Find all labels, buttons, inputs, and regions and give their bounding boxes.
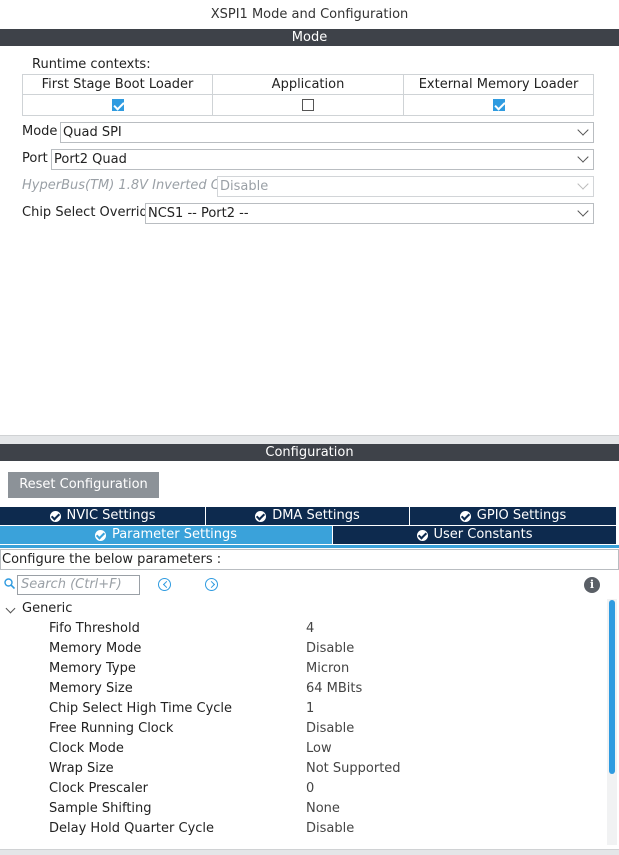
hyperbus-clock-select: Disable (217, 176, 594, 197)
param-value[interactable]: Low (306, 739, 332, 759)
search-input[interactable]: Search (Ctrl+F) (17, 575, 140, 595)
param-row[interactable]: Memory Size 64 MBits (0, 679, 606, 699)
param-row[interactable]: Wrap Size Not Supported (0, 759, 606, 779)
check-icon (49, 510, 61, 522)
param-row[interactable]: Sample Shifting None (0, 799, 606, 819)
param-value[interactable]: None (306, 799, 340, 819)
external-memory-loader-checkbox[interactable] (492, 99, 505, 111)
context-label: First Stage Boot Loader (23, 75, 212, 95)
window-title: XSPI1 Mode and Configuration (210, 7, 409, 22)
param-value[interactable]: 4 (306, 619, 314, 639)
param-row[interactable]: Chip Select High Time Cycle 1 (0, 699, 606, 719)
collapse-icon[interactable] (5, 603, 16, 614)
runtime-contexts-table: First Stage Boot Loader Application Exte… (22, 74, 594, 116)
port-select[interactable]: Port2 Quad (51, 149, 594, 170)
group-generic[interactable]: Generic (22, 600, 72, 618)
scrollbar-thumb[interactable] (609, 600, 615, 774)
param-value[interactable]: Micron (306, 659, 349, 679)
panel-splitter[interactable] (0, 435, 619, 444)
param-name: Memory Type (49, 661, 136, 676)
fsbl-checkbox[interactable] (111, 99, 124, 111)
tab-user-constants[interactable]: User Constants (333, 526, 616, 544)
chevron-down-icon (577, 151, 589, 163)
chevron-down-icon (577, 178, 589, 190)
param-name: Sample Shifting (49, 801, 152, 816)
reset-configuration-button[interactable]: Reset Configuration (8, 472, 159, 498)
chip-select-override-select[interactable]: NCS1 -- Port2 -- (145, 203, 594, 224)
param-value[interactable]: Not Supported (306, 759, 401, 779)
mode-select[interactable]: Quad SPI (60, 122, 594, 143)
chip-select-override-value: NCS1 -- Port2 -- (148, 206, 249, 221)
check-icon (94, 529, 106, 541)
param-value[interactable]: 1 (306, 699, 314, 719)
tab-label: GPIO Settings (476, 508, 567, 523)
param-value[interactable]: 64 MBits (306, 679, 362, 699)
hyperbus-clock-value: Disable (220, 179, 269, 194)
configure-parameters-label: Configure the below parameters : (0, 549, 619, 570)
param-name: Fifo Threshold (49, 621, 140, 636)
mode-select-value: Quad SPI (63, 125, 122, 140)
mode-section-header: Mode (0, 29, 619, 46)
tab-label: Parameter Settings (111, 527, 238, 542)
tab-gpio-settings[interactable]: GPIO Settings (410, 507, 616, 525)
configuration-section-header: Configuration (0, 444, 619, 461)
param-name: Delay Hold Quarter Cycle (49, 821, 215, 836)
info-icon[interactable]: i (584, 577, 600, 593)
chevron-down-icon (577, 124, 589, 136)
tab-label: DMA Settings (272, 508, 360, 523)
parameter-list: Fifo Threshold 4 Memory Mode Disable Memor… (0, 619, 606, 839)
tab-row-1: NVIC Settings DMA Settings GPIO Settings (0, 507, 616, 525)
tab-dma-settings[interactable]: DMA Settings (206, 507, 410, 525)
check-icon (416, 529, 428, 541)
bottom-edge (0, 849, 619, 855)
tab-parameter-settings[interactable]: Parameter Settings (0, 526, 333, 544)
check-icon (459, 510, 471, 522)
param-value[interactable]: Disable (306, 819, 354, 839)
hyperbus-clock-label: HyperBus(TM) 1.8V Inverted Clock (22, 178, 247, 193)
tab-row-2: Parameter Settings User Constants (0, 526, 616, 544)
context-fsbl: First Stage Boot Loader (23, 75, 213, 115)
arrow-right-icon[interactable] (205, 578, 218, 591)
context-external-memory-loader: External Memory Loader (404, 75, 593, 115)
param-row[interactable]: Clock Mode Low (0, 739, 606, 759)
param-row[interactable]: Memory Mode Disable (0, 639, 606, 659)
param-name: Clock Mode (49, 741, 124, 756)
param-row[interactable]: Delay Hold Quarter Cycle Disable (0, 819, 606, 839)
application-checkbox[interactable] (302, 99, 314, 111)
param-name: Memory Size (49, 681, 133, 696)
mode-label: Mode (22, 124, 58, 139)
chevron-down-icon (577, 205, 589, 217)
param-row[interactable]: Fifo Threshold 4 (0, 619, 606, 639)
context-application: Application (213, 75, 404, 115)
port-label: Port (22, 151, 48, 166)
param-name: Wrap Size (49, 761, 114, 776)
context-label: External Memory Loader (404, 75, 593, 95)
param-value[interactable]: 0 (306, 779, 314, 799)
search-icon (4, 578, 15, 589)
check-icon (255, 510, 267, 522)
param-value[interactable]: Disable (306, 639, 354, 659)
param-name: Memory Mode (49, 641, 142, 656)
port-select-value: Port2 Quad (54, 152, 127, 167)
param-name: Chip Select High Time Cycle (49, 701, 233, 716)
tab-underline (0, 545, 619, 548)
param-row[interactable]: Free Running Clock Disable (0, 719, 606, 739)
runtime-contexts-label: Runtime contexts: (32, 57, 151, 72)
tab-label: NVIC Settings (66, 508, 156, 523)
param-name: Free Running Clock (49, 721, 174, 736)
param-row[interactable]: Clock Prescaler 0 (0, 779, 606, 799)
arrow-left-icon[interactable] (158, 578, 171, 591)
param-name: Clock Prescaler (49, 781, 148, 796)
tab-nvic-settings[interactable]: NVIC Settings (0, 507, 206, 525)
param-row[interactable]: Memory Type Micron (0, 659, 606, 679)
context-label: Application (213, 75, 403, 95)
param-value[interactable]: Disable (306, 719, 354, 739)
tab-label: User Constants (433, 527, 533, 542)
chip-select-override-label: Chip Select Override (22, 205, 156, 220)
